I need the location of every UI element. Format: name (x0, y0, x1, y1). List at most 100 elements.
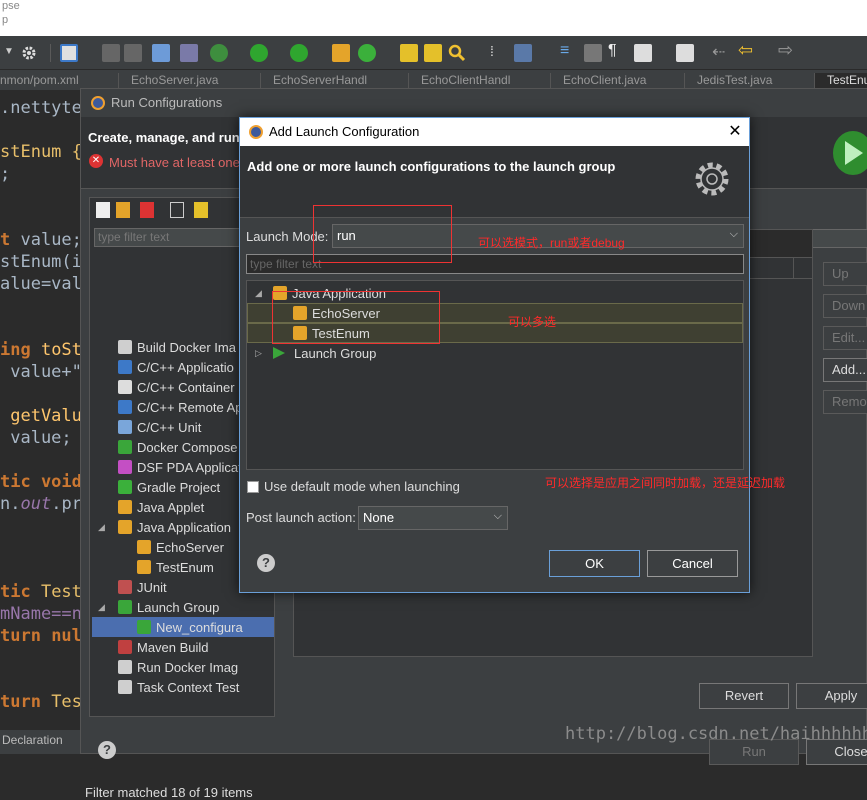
pilcrow-icon[interactable]: ¶ (608, 42, 626, 60)
code-line: turn nul (0, 626, 82, 646)
config-type-icon (118, 520, 132, 534)
search-icon[interactable] (448, 44, 466, 62)
ok-button[interactable]: OK (549, 550, 640, 577)
config-tree-item[interactable]: C/C++ Remote Ap (118, 397, 243, 417)
new-icon[interactable] (60, 44, 78, 62)
filter-icon[interactable] (194, 202, 208, 218)
config-type-icon (118, 500, 132, 514)
post-launch-select[interactable]: None ⌵ (358, 506, 508, 530)
config-type-icon (118, 360, 132, 374)
code-ident: value; (10, 230, 82, 250)
breadcrumb-icon[interactable]: ⁞ (490, 43, 508, 61)
up-button[interactable]: Up (823, 262, 867, 286)
new-class-icon[interactable] (358, 44, 376, 62)
run-icon[interactable] (250, 44, 268, 62)
config-type-icon (118, 660, 132, 674)
debug-icon[interactable] (210, 44, 228, 62)
add-button[interactable]: Add... (823, 358, 867, 382)
code-editor[interactable]: .nettyte stEnum { ; t value; stEnum(i al… (0, 90, 92, 730)
dropdown-icon[interactable]: ▼ (4, 46, 14, 64)
config-type-icon (118, 640, 132, 654)
screen-icon[interactable] (152, 44, 170, 62)
remove-button[interactable]: Remove (823, 390, 867, 414)
expand-arrow-icon[interactable]: ◢ (98, 522, 105, 533)
config-tree-item[interactable]: Run Docker Imag (118, 657, 238, 677)
eclipse-icon (91, 96, 105, 110)
cancel-button[interactable]: Cancel (647, 550, 738, 577)
new-package-icon[interactable] (332, 44, 350, 62)
config-tree-item[interactable]: Gradle Project (118, 477, 220, 497)
help-icon[interactable]: ? (257, 554, 275, 572)
code-line: mName==n (0, 604, 82, 624)
apply-button[interactable]: Apply (796, 683, 867, 709)
revert-button[interactable]: Revert (699, 683, 789, 709)
sync-icon[interactable]: ≡ (560, 42, 578, 60)
config-tree-item[interactable]: Docker Compose (118, 437, 237, 457)
run-config-icon[interactable] (290, 44, 308, 62)
gear-icon[interactable] (20, 44, 38, 62)
config-tree-item[interactable]: New_configura (92, 617, 274, 637)
code-line: value+" (0, 362, 82, 382)
chevron-down-icon: ⌵ (493, 510, 502, 522)
code-line: stEnum { (0, 142, 82, 162)
collapse-all-icon[interactable] (170, 202, 184, 218)
list-scrollbar[interactable] (793, 257, 813, 279)
open-task-icon[interactable] (424, 44, 442, 62)
config-tree-item[interactable]: Java Application (118, 517, 231, 537)
config-tree-item[interactable]: JUnit (118, 577, 167, 597)
edit-button[interactable]: Edit... (823, 326, 867, 350)
config-tree-item[interactable]: Maven Build (118, 637, 209, 657)
code-keyword: turn (0, 692, 41, 712)
declaration-tab[interactable]: Declaration (0, 730, 90, 754)
annotation-mode: 可以选模式，run或者debug (478, 236, 625, 250)
code-type: stEnum { (0, 142, 82, 162)
config-tree-item[interactable]: Build Docker Ima (118, 337, 236, 357)
save-all-icon[interactable] (124, 44, 142, 62)
default-mode-checkbox[interactable] (247, 481, 259, 493)
delete-icon[interactable] (140, 202, 154, 218)
code-line: t value; (0, 230, 82, 250)
config-tree-item[interactable]: DSF PDA Applicat (118, 457, 242, 477)
config-tree-item[interactable]: Launch Group (118, 597, 219, 617)
annotation-multi: 可以多选 (508, 315, 557, 329)
config-tree-item[interactable]: Task Context Test (118, 677, 239, 697)
config-tree-label: Java Application (137, 519, 231, 535)
config-type-icon (118, 420, 132, 434)
skip-icon[interactable] (180, 44, 198, 62)
config-type-icon (118, 460, 132, 474)
expand-arrow-icon[interactable]: ◢ (98, 602, 105, 613)
open-type-icon[interactable] (400, 44, 418, 62)
post-launch-value: None (363, 510, 395, 525)
run-logo-icon (833, 131, 867, 175)
save-icon[interactable] (102, 44, 120, 62)
down-button[interactable]: Down (823, 294, 867, 318)
back-icon[interactable]: ⇠ (712, 42, 730, 61)
help-icon[interactable]: ? (98, 741, 116, 759)
pin-icon[interactable] (676, 44, 694, 62)
tree-item-launch-group[interactable]: Launch Group (273, 343, 376, 363)
close-icon[interactable]: ✕ (724, 121, 746, 143)
outline-icon[interactable] (634, 44, 652, 62)
config-tree-item[interactable]: EchoServer (137, 537, 224, 557)
add-launch-heading: Add one or more launch configurations to… (247, 159, 616, 174)
highlight-icon[interactable] (514, 44, 532, 62)
code-line: .nettyte (0, 98, 82, 118)
code-line: n.out.pri (0, 494, 92, 514)
expand-arrow-icon[interactable]: ◢ (255, 288, 262, 299)
config-type-icon (118, 340, 132, 354)
config-tree-item[interactable]: TestEnum (137, 557, 214, 577)
config-tree-label: C/C++ Remote Ap (137, 399, 243, 415)
config-tree-item[interactable]: C/C++ Applicatio (118, 357, 234, 377)
duplicate-icon[interactable] (116, 202, 130, 218)
config-tree-item[interactable]: C/C++ Container (118, 377, 235, 397)
config-tree-item[interactable]: C/C++ Unit (118, 417, 201, 437)
block-icon[interactable] (584, 44, 602, 62)
arrow-right-icon[interactable]: ⇨ (778, 40, 796, 60)
code-line: turn Tes (0, 692, 82, 712)
code-keyword: t (0, 230, 11, 250)
config-tree-label: Gradle Project (137, 479, 221, 495)
config-tree-item[interactable]: Java Applet (118, 497, 204, 517)
collapse-arrow-icon[interactable]: ▷ (255, 348, 262, 359)
arrow-left-icon[interactable]: ⇦ (738, 40, 756, 60)
new-config-icon[interactable] (96, 202, 110, 218)
